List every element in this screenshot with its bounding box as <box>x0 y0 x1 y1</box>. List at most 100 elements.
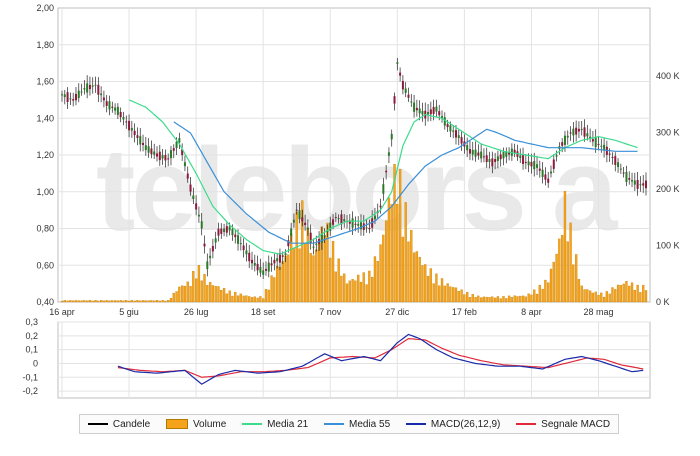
volume-bar <box>415 251 419 303</box>
candle-body <box>102 97 105 101</box>
volume-bar <box>493 297 497 303</box>
legend-label: Candele <box>112 418 151 430</box>
candle-body <box>290 228 293 236</box>
volume-bar <box>292 247 296 303</box>
volume-bar <box>533 289 536 303</box>
candle-body <box>552 159 555 169</box>
volume-bar <box>66 300 69 303</box>
candle-body <box>524 161 527 163</box>
volume-bar <box>384 220 388 303</box>
volume-bar <box>636 284 639 303</box>
volume-bar <box>167 300 170 303</box>
volume-bar <box>102 300 106 303</box>
macd-tick-label: -0,2 <box>22 386 38 396</box>
volume-bar <box>521 295 525 303</box>
date-tick-label: 5 giu <box>119 307 139 317</box>
candle-body <box>404 88 407 93</box>
candle-body <box>237 235 240 244</box>
macd-tick-label: 0,1 <box>25 345 38 355</box>
volume-bar <box>379 244 382 303</box>
candle-body <box>150 148 153 155</box>
legend-swatch <box>324 423 344 425</box>
candle-body <box>242 245 245 251</box>
candle-body <box>256 263 259 271</box>
volume-bar <box>136 300 139 303</box>
date-tick-label: 16 apr <box>49 307 75 317</box>
volume-bar <box>591 292 595 303</box>
candle-body <box>477 152 480 156</box>
volume-bar <box>549 268 553 303</box>
volume-bar <box>466 291 469 303</box>
candle-body <box>88 84 91 90</box>
volume-bar <box>432 283 435 303</box>
volume-bar <box>231 295 234 303</box>
candle-body <box>390 133 393 140</box>
volume-bar <box>597 294 600 303</box>
volume-bar <box>507 295 511 303</box>
candle-body <box>111 106 114 108</box>
volume-bar <box>357 274 360 303</box>
candle-body <box>563 135 566 145</box>
volume-bar <box>644 290 648 303</box>
candle-body <box>223 228 226 232</box>
candle-body <box>549 171 552 174</box>
candle-body <box>454 130 457 138</box>
volume-bar <box>242 295 245 303</box>
volume-bar <box>519 295 522 303</box>
legend-item-candele: Candele <box>87 418 151 430</box>
candle-body <box>488 159 491 162</box>
volume-bar <box>340 275 343 303</box>
candle-body <box>600 145 603 147</box>
candle-body <box>211 246 214 252</box>
candle-body <box>379 205 382 208</box>
volume-bar <box>541 288 544 303</box>
volume-bar <box>203 274 206 303</box>
volume-bar <box>449 286 452 303</box>
candle-body <box>136 135 139 138</box>
candle-body <box>189 184 192 192</box>
price-tick-label: 0,80 <box>36 224 54 234</box>
legend-swatch <box>165 419 188 429</box>
volume-bar <box>513 295 516 303</box>
volume-bar <box>276 265 279 303</box>
macd-tick-label: -0,1 <box>22 372 38 382</box>
macd-panel <box>57 321 651 399</box>
candle-body <box>401 80 404 90</box>
volume-bar <box>371 276 374 303</box>
candle-body <box>86 83 89 93</box>
volume-bar <box>488 297 491 303</box>
candle-body <box>156 153 159 157</box>
candle-body <box>527 161 530 166</box>
candle-body <box>429 109 432 115</box>
volume-bar <box>80 300 83 303</box>
volume-bar <box>586 289 589 303</box>
volume-tick-label: 300 K <box>656 127 680 137</box>
candle-body <box>69 98 72 100</box>
candle-body <box>415 107 418 111</box>
volume-bar <box>161 300 164 303</box>
candle-body <box>301 217 304 222</box>
volume-bar <box>368 270 371 303</box>
candle-body <box>586 133 589 137</box>
legend-swatch <box>242 423 263 425</box>
watermark-logo: telebors a <box>96 124 619 256</box>
candle-body <box>583 127 586 137</box>
candle-body <box>396 62 399 64</box>
volume-bar <box>72 300 75 303</box>
candle-body <box>97 84 100 95</box>
volume-bar <box>256 297 259 303</box>
candle-body <box>399 72 402 76</box>
candle-body <box>161 155 164 159</box>
candle-body <box>544 174 547 180</box>
candle-body <box>575 127 578 135</box>
candle-body <box>186 173 189 179</box>
candle-body <box>108 101 111 110</box>
price-tick-label: 1,00 <box>36 187 54 197</box>
candle-body <box>494 159 497 163</box>
volume-bar <box>181 285 184 303</box>
candle-body <box>298 210 301 220</box>
candle-body <box>591 139 594 142</box>
volume-bar <box>516 296 519 303</box>
candle-body <box>200 221 203 229</box>
date-tick-label: 28 mag <box>583 307 613 317</box>
